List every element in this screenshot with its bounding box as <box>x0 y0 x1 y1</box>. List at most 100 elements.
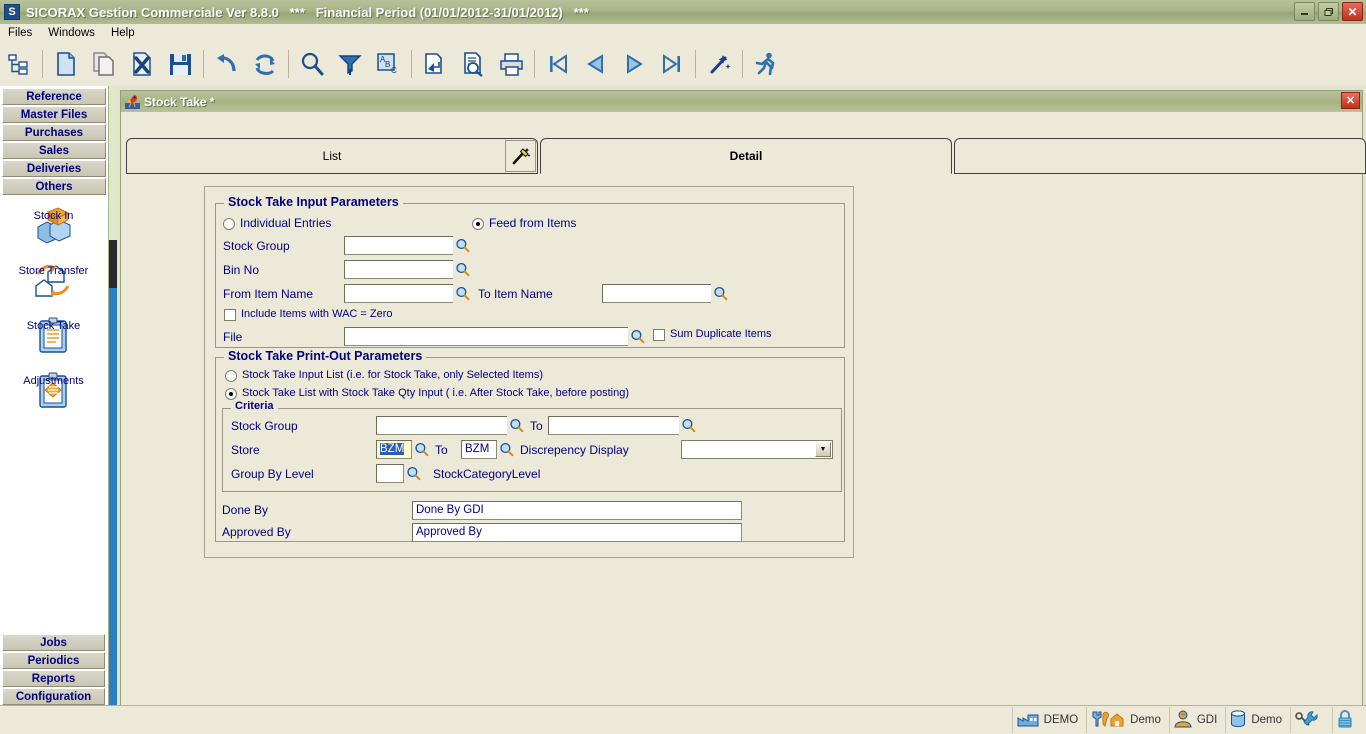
taskbar-item-demo-tools[interactable]: Demo <box>1086 707 1169 733</box>
title-bar: S SICORAX Gestion Commerciale Ver 8.8.0 … <box>0 0 1366 25</box>
magic-wand-icon[interactable] <box>700 45 738 83</box>
from-item-name-input[interactable] <box>344 284 454 303</box>
toolbar: A B C <box>0 42 1366 87</box>
taskbar-item-keys-wrench[interactable] <box>1290 707 1332 733</box>
tab-detail[interactable]: Detail <box>540 138 952 174</box>
last-record-icon[interactable] <box>653 45 691 83</box>
child-close-button[interactable]: ✕ <box>1341 92 1360 109</box>
label-approved-by: Approved By <box>222 525 291 539</box>
new-document-icon[interactable] <box>47 45 85 83</box>
criteria-store-from-input[interactable]: BZM <box>376 440 412 459</box>
system-tray: DEMO Demo <box>1012 706 1366 734</box>
abc-sort-icon[interactable]: A B C <box>369 45 407 83</box>
minimize-button[interactable] <box>1294 2 1315 21</box>
restore-button[interactable] <box>1318 2 1339 21</box>
stock-group-input[interactable] <box>344 236 454 255</box>
chevron-down-icon[interactable]: ▼ <box>815 442 831 457</box>
keys-wrench-icon <box>1295 710 1319 731</box>
include-wac-zero-checkbox[interactable] <box>224 309 236 321</box>
criteria-stock-group-to-input[interactable] <box>548 416 680 435</box>
svg-text:B: B <box>385 60 390 69</box>
file-input[interactable] <box>344 327 629 346</box>
refresh-icon[interactable] <box>246 45 284 83</box>
done-by-input[interactable]: Done By GDI <box>412 501 742 520</box>
sidebar-icon-stock-take[interactable]: Stock Take <box>0 317 107 360</box>
criteria-stock-group-from-input[interactable] <box>376 416 508 435</box>
criteria-store-from-lookup-icon[interactable] <box>412 440 430 459</box>
filter-funnel-icon[interactable] <box>331 45 369 83</box>
menu-item-help[interactable]: Help <box>103 26 143 40</box>
sum-duplicate-items-checkbox[interactable] <box>653 329 665 341</box>
file-lookup-icon[interactable] <box>628 327 646 346</box>
approved-by-input[interactable]: Approved By <box>412 523 742 542</box>
run-process-icon[interactable] <box>747 45 785 83</box>
sidebar-item-configuration[interactable]: Configuration <box>2 688 105 705</box>
criteria-stock-group-to-lookup-icon[interactable] <box>679 416 697 435</box>
sidebar-item-master-files[interactable]: Master Files <box>2 106 106 123</box>
radio-stock-take-input-list[interactable] <box>225 370 237 382</box>
stock-group-lookup-icon[interactable] <box>453 236 471 255</box>
first-record-icon[interactable] <box>539 45 577 83</box>
radio-stock-take-qty-input[interactable] <box>225 388 237 400</box>
copy-document-icon[interactable] <box>85 45 123 83</box>
toolbar-separator <box>288 50 289 78</box>
user-person-icon <box>1174 710 1192 731</box>
tab-extra[interactable] <box>954 138 1366 174</box>
bin-no-input[interactable] <box>344 260 454 279</box>
import-document-icon[interactable] <box>416 45 454 83</box>
sidebar-item-reference[interactable]: Reference <box>2 88 106 105</box>
from-item-name-lookup-icon[interactable] <box>453 284 471 303</box>
radio-individual-entries[interactable] <box>223 218 235 230</box>
group-by-level-input[interactable] <box>376 464 404 483</box>
stock-take-window: Stock Take * ✕ List Detail <box>120 90 1363 706</box>
delete-document-icon[interactable] <box>123 45 161 83</box>
sidebar-item-deliveries[interactable]: Deliveries <box>2 160 106 177</box>
sidebar-item-others[interactable]: Others <box>2 178 106 195</box>
sidebar-item-purchases[interactable]: Purchases <box>2 124 106 141</box>
label-discrepency-display: Discrepency Display <box>520 443 629 457</box>
to-item-name-lookup-icon[interactable] <box>711 284 729 303</box>
preview-document-icon[interactable] <box>454 45 492 83</box>
save-floppy-icon[interactable] <box>161 45 199 83</box>
tab-list[interactable]: List <box>126 138 538 174</box>
menu-item-windows[interactable]: Windows <box>40 26 103 40</box>
menu-item-files[interactable]: Files <box>0 26 40 40</box>
sidebar-item-sales[interactable]: Sales <box>2 142 106 159</box>
sidebar-icon-store-transfer[interactable]: Store Transfer <box>0 262 107 305</box>
label-to-item-name: To Item Name <box>478 287 553 301</box>
close-button[interactable]: ✕ <box>1342 2 1363 21</box>
label-from-item-name: From Item Name <box>223 287 313 301</box>
print-icon[interactable] <box>492 45 530 83</box>
group-by-level-lookup-icon[interactable] <box>404 464 422 483</box>
sidebar-item-periodics[interactable]: Periodics <box>2 652 105 669</box>
sidebar-item-jobs[interactable]: Jobs <box>2 634 105 651</box>
label-file: File <box>223 330 242 344</box>
toolbar-separator <box>534 50 535 78</box>
sidebar-icon-label: Stock Take <box>27 320 81 332</box>
label-stock-take-input-list: Stock Take Input List (i.e. for Stock Ta… <box>242 369 543 381</box>
taskbar-item-gdi-user[interactable]: GDI <box>1169 707 1225 733</box>
sidebar-icon-stock-in[interactable]: Stock In <box>0 207 107 250</box>
discrepency-display-select[interactable]: ▼ <box>681 440 833 459</box>
taskbar-item-demo-database[interactable]: Demo <box>1225 707 1290 733</box>
criteria-store-to-lookup-icon[interactable] <box>497 440 515 459</box>
taskbar-item-demo-factory[interactable]: DEMO <box>1012 707 1087 733</box>
criteria-store-to-input[interactable]: BZM <box>461 440 497 459</box>
toolbar-separator <box>42 50 43 78</box>
next-record-icon[interactable] <box>615 45 653 83</box>
bin-no-lookup-icon[interactable] <box>453 260 471 279</box>
tree-structure-icon[interactable] <box>0 45 38 83</box>
undo-icon[interactable] <box>208 45 246 83</box>
search-magnifier-icon[interactable] <box>293 45 331 83</box>
sidebar-icon-adjustments[interactable]: Adjustments <box>0 372 107 415</box>
tab-wand-button[interactable] <box>505 140 536 172</box>
to-item-name-input[interactable] <box>602 284 712 303</box>
radio-feed-from-items[interactable] <box>472 218 484 230</box>
detail-panel: Stock Take Input Parameters Individual E… <box>204 186 854 558</box>
sidebar-item-reports[interactable]: Reports <box>2 670 105 687</box>
taskbar-item-lock[interactable] <box>1332 707 1366 733</box>
previous-record-icon[interactable] <box>577 45 615 83</box>
toolbar-separator <box>742 50 743 78</box>
stock-take-body: List Detail <box>120 112 1363 706</box>
criteria-stock-group-from-lookup-icon[interactable] <box>507 416 525 435</box>
